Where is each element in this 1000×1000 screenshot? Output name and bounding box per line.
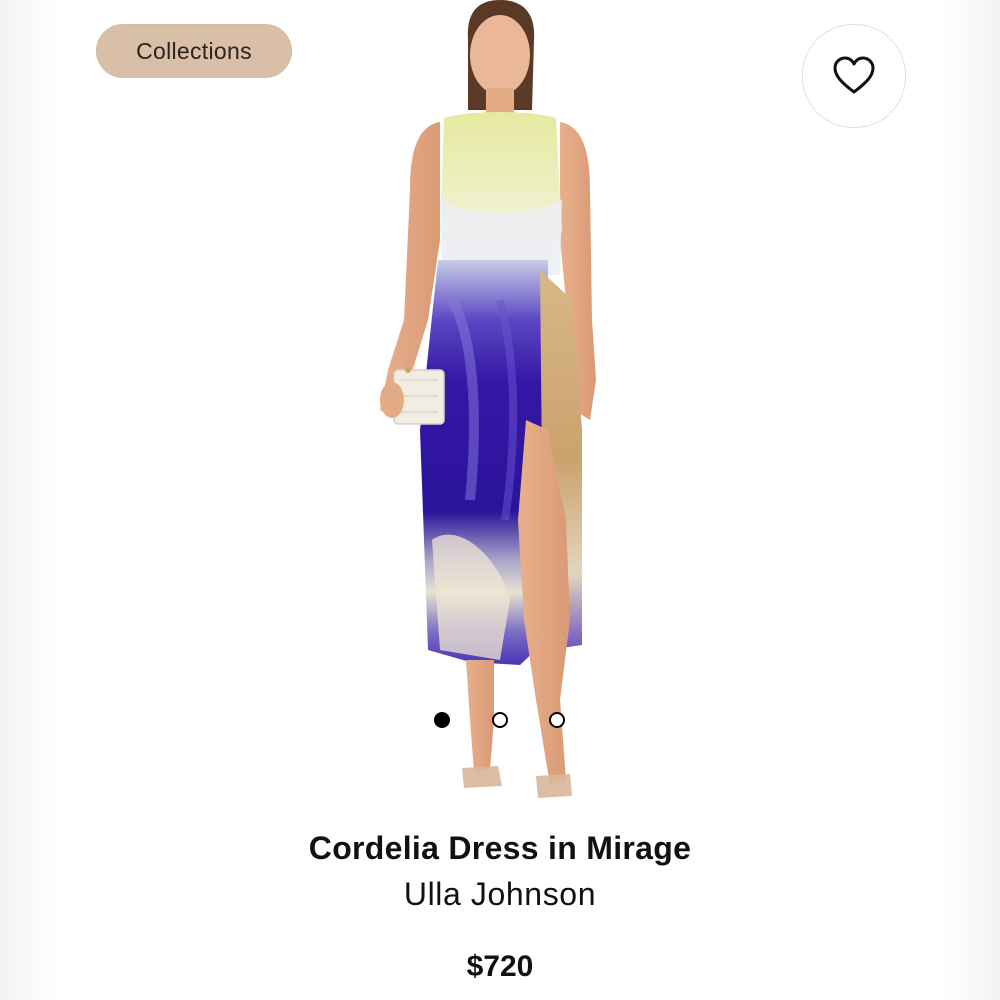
product-price: $720 [466,950,534,983]
image-carousel-indicators [432,710,572,734]
product-page: Collections Cordelia Dress in Mirage Ull… [0,0,1000,1000]
heart-outline-icon [833,56,875,94]
collections-button[interactable]: Collections [96,24,292,78]
carousel-dot-1[interactable] [434,712,450,728]
carousel-dot-3[interactable] [549,712,565,728]
favorite-button[interactable] [802,24,906,128]
product-name: Cordelia Dress in Mirage [308,830,692,866]
carousel-dot-2[interactable] [492,712,508,728]
product-brand[interactable]: Ulla Johnson [0,876,1000,913]
product-image[interactable] [330,0,660,810]
